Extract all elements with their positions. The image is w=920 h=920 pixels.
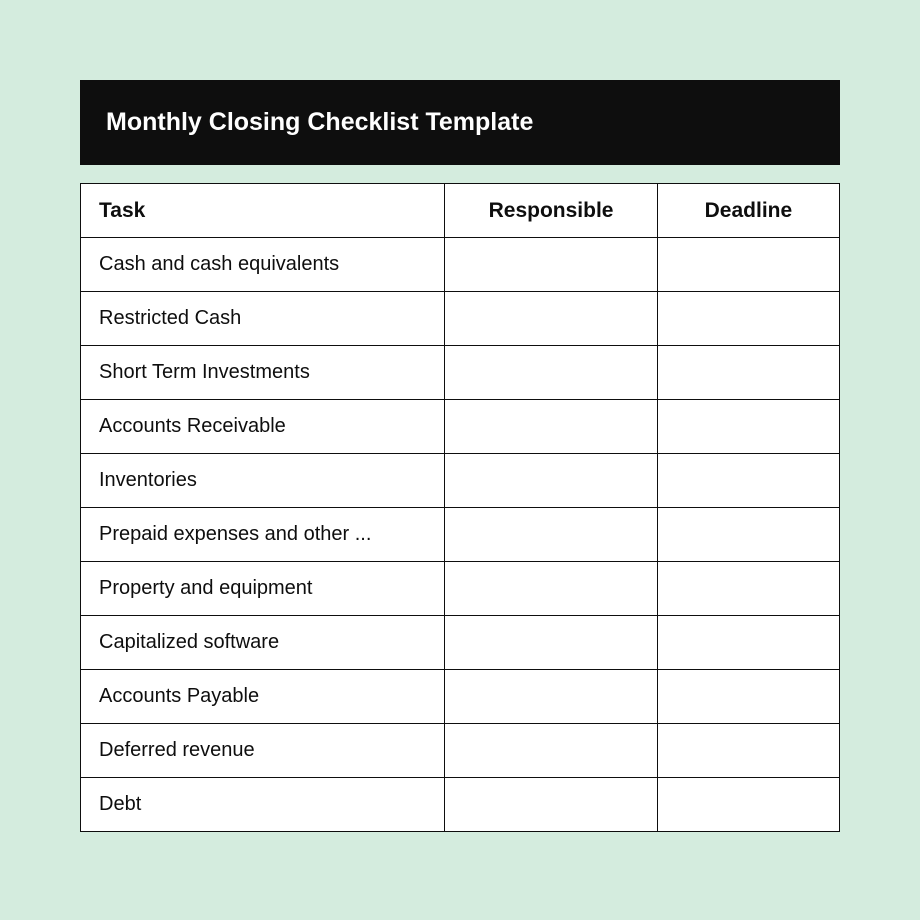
table-row: Debt — [81, 778, 840, 832]
table-row: Accounts Receivable — [81, 400, 840, 454]
document-title-bar: Monthly Closing Checklist Template — [80, 80, 840, 165]
table-body: Cash and cash equivalents Restricted Cas… — [81, 238, 840, 832]
table-row: Deferred revenue — [81, 724, 840, 778]
responsible-cell — [445, 400, 658, 454]
responsible-cell — [445, 778, 658, 832]
column-header-deadline: Deadline — [657, 184, 839, 238]
task-cell: Inventories — [81, 454, 445, 508]
deadline-cell — [657, 238, 839, 292]
document-title: Monthly Closing Checklist Template — [106, 108, 533, 136]
table-row: Property and equipment — [81, 562, 840, 616]
deadline-cell — [657, 616, 839, 670]
responsible-cell — [445, 292, 658, 346]
task-cell: Accounts Payable — [81, 670, 445, 724]
task-cell: Accounts Receivable — [81, 400, 445, 454]
task-cell: Prepaid expenses and other ... — [81, 508, 445, 562]
deadline-cell — [657, 670, 839, 724]
table-row: Restricted Cash — [81, 292, 840, 346]
task-cell: Short Term Investments — [81, 346, 445, 400]
responsible-cell — [445, 238, 658, 292]
deadline-cell — [657, 724, 839, 778]
responsible-cell — [445, 670, 658, 724]
deadline-cell — [657, 292, 839, 346]
deadline-cell — [657, 562, 839, 616]
task-cell: Cash and cash equivalents — [81, 238, 445, 292]
responsible-cell — [445, 454, 658, 508]
deadline-cell — [657, 508, 839, 562]
table-row: Cash and cash equivalents — [81, 238, 840, 292]
checklist-table-wrapper: Task Responsible Deadline Cash and cash … — [80, 183, 840, 832]
responsible-cell — [445, 562, 658, 616]
task-cell: Debt — [81, 778, 445, 832]
table-row: Inventories — [81, 454, 840, 508]
task-cell: Property and equipment — [81, 562, 445, 616]
task-cell: Restricted Cash — [81, 292, 445, 346]
column-header-responsible: Responsible — [445, 184, 658, 238]
responsible-cell — [445, 616, 658, 670]
deadline-cell — [657, 400, 839, 454]
deadline-cell — [657, 346, 839, 400]
table-row: Prepaid expenses and other ... — [81, 508, 840, 562]
deadline-cell — [657, 778, 839, 832]
checklist-table: Task Responsible Deadline Cash and cash … — [80, 183, 840, 832]
responsible-cell — [445, 346, 658, 400]
table-row: Accounts Payable — [81, 670, 840, 724]
responsible-cell — [445, 724, 658, 778]
task-cell: Capitalized software — [81, 616, 445, 670]
table-row: Short Term Investments — [81, 346, 840, 400]
column-header-task: Task — [81, 184, 445, 238]
responsible-cell — [445, 508, 658, 562]
task-cell: Deferred revenue — [81, 724, 445, 778]
deadline-cell — [657, 454, 839, 508]
table-header-row: Task Responsible Deadline — [81, 184, 840, 238]
table-row: Capitalized software — [81, 616, 840, 670]
